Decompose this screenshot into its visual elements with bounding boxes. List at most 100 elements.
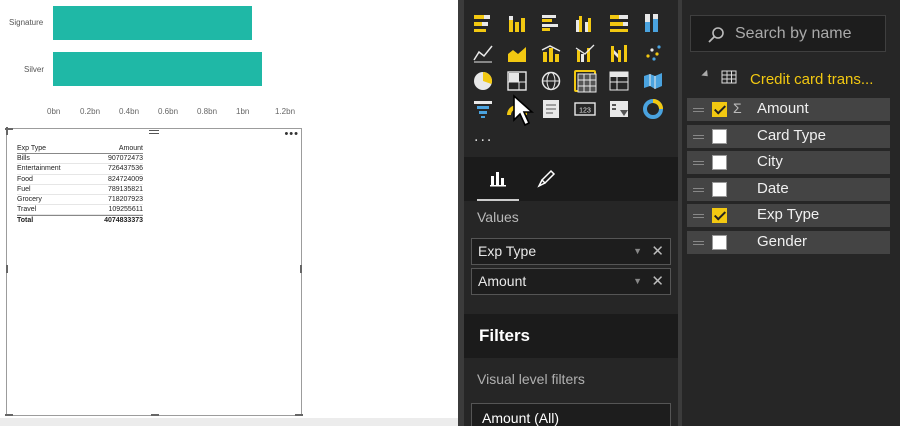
resize-handle[interactable] [295, 414, 303, 416]
donut-chart-icon[interactable] [642, 98, 664, 120]
100-stacked-column-chart-icon[interactable] [642, 12, 664, 34]
field-name: City [757, 153, 783, 170]
fields-pane: Search by name Credit card trans... Σ Amo… [682, 0, 900, 426]
card-icon[interactable]: 123 [574, 98, 596, 120]
clustered-bar-chart-icon[interactable] [540, 12, 562, 34]
expand-triangle-icon[interactable] [701, 69, 711, 80]
resize-handle[interactable] [151, 414, 159, 416]
drag-handle-icon[interactable] [693, 161, 704, 165]
multi-row-card-icon[interactable] [540, 98, 562, 120]
scatter-chart-icon[interactable] [642, 42, 664, 64]
search-input[interactable]: Search by name [690, 15, 886, 52]
tab-fields[interactable] [477, 157, 519, 201]
drag-handle-icon[interactable] [693, 241, 704, 245]
table-visual[interactable]: ••• Exp Type Amount Bills 907072473 Enter… [5, 127, 303, 416]
line-clustered-column-chart-icon[interactable] [574, 42, 596, 64]
drag-handle-icon[interactable] [693, 108, 704, 112]
fields-well-icon [490, 172, 506, 187]
x-axis-tick-label: 0.8bn [197, 107, 218, 116]
field-name: Exp Type [757, 206, 820, 223]
field-checkbox[interactable] [712, 155, 727, 170]
resize-handle[interactable] [6, 265, 8, 273]
cell-exp-type: Grocery [17, 195, 42, 203]
drag-handle-icon[interactable] [693, 135, 704, 139]
column-header[interactable]: Amount [119, 144, 143, 153]
field-item[interactable]: Σ Amount [687, 98, 890, 121]
column-header[interactable]: Exp Type [17, 144, 46, 153]
drag-grip-icon[interactable] [149, 130, 159, 137]
clustered-column-chart-icon[interactable] [574, 12, 596, 34]
map-icon[interactable] [540, 70, 562, 92]
cell-amount: 907072473 [107, 155, 143, 163]
field-item[interactable]: City [687, 151, 890, 174]
bar-silver[interactable] [53, 52, 262, 86]
line-chart-icon[interactable] [472, 42, 494, 64]
stacked-column-chart-icon[interactable] [506, 12, 528, 34]
ribbon-chart-icon[interactable] [608, 42, 630, 64]
cell-exp-type: Food [17, 175, 33, 183]
drag-handle-icon[interactable] [693, 188, 704, 192]
field-checkbox[interactable] [712, 235, 727, 250]
cell-amount: 109255611 [108, 206, 143, 214]
values-well-item[interactable]: Amount ▼ ✕ [471, 268, 671, 295]
cell-exp-type: Travel [17, 206, 37, 214]
tab-format[interactable] [525, 157, 567, 201]
table-row: Grocery 718207923 [17, 195, 143, 206]
remove-field-icon[interactable]: ✕ [651, 269, 664, 294]
line-stacked-column-chart-icon[interactable] [540, 42, 562, 64]
field-item[interactable]: Date [687, 178, 890, 201]
area-chart-icon[interactable] [506, 42, 528, 64]
cell-exp-type: Bills [17, 155, 30, 163]
svg-text:123: 123 [579, 108, 591, 115]
field-name: Card Type [757, 127, 826, 144]
matrix-icon[interactable] [608, 70, 630, 92]
more-options-icon[interactable]: ••• [284, 129, 299, 140]
cell-amount: 726437536 [107, 165, 143, 173]
treemap-icon[interactable] [506, 70, 528, 92]
resize-handle[interactable] [6, 127, 8, 135]
field-checkbox[interactable] [712, 182, 727, 197]
resize-handle[interactable] [300, 265, 302, 273]
filled-map-icon[interactable] [642, 70, 664, 92]
table-row: Entertainment 726437536 [17, 164, 143, 175]
table-header-row: Exp Type Amount [17, 144, 143, 155]
filter-card[interactable]: Amount (All) [471, 403, 671, 426]
100-stacked-bar-chart-icon[interactable] [608, 12, 630, 34]
pie-chart-icon[interactable] [472, 70, 494, 92]
report-canvas[interactable]: Signature Silver 0bn 0.2bn 0.4bn 0.6bn 0.8bn… [0, 0, 458, 426]
cell-exp-type: Entertainment [17, 165, 61, 173]
mouse-cursor-icon [513, 94, 534, 127]
sigma-icon: Σ [733, 100, 742, 116]
remove-field-icon[interactable]: ✕ [651, 239, 664, 264]
total-label: Total [17, 217, 34, 225]
field-name: Amount [757, 100, 809, 117]
cell-amount: 718207923 [107, 195, 143, 203]
field-checkbox[interactable] [712, 208, 727, 223]
chevron-down-icon[interactable]: ▼ [633, 269, 642, 294]
pane-tabs [464, 157, 678, 201]
bar-category-label: Silver [24, 65, 45, 74]
drag-handle-icon[interactable] [693, 214, 704, 218]
values-well-item[interactable]: Exp Type ▼ ✕ [471, 238, 671, 265]
table-icon [721, 70, 737, 84]
chevron-down-icon[interactable]: ▼ [633, 239, 642, 264]
slicer-icon[interactable] [608, 98, 630, 120]
stacked-bar-chart-icon[interactable] [472, 12, 494, 34]
power-bi-report-editor: Signature Silver 0bn 0.2bn 0.4bn 0.6bn 0.8bn… [0, 0, 900, 426]
field-checkbox[interactable] [712, 102, 727, 117]
data-table: Exp Type Amount Bills 907072473 Entertain… [17, 144, 143, 226]
field-checkbox[interactable] [712, 129, 727, 144]
table-name: Credit card trans... [750, 71, 874, 88]
paint-roller-icon [537, 169, 556, 188]
x-axis-tick-label: 0.4bn [119, 107, 140, 116]
table-icon[interactable] [574, 70, 597, 93]
bar-signature[interactable] [53, 6, 252, 40]
more-visuals-icon[interactable]: ... [474, 128, 493, 146]
field-item[interactable]: Card Type [687, 125, 890, 148]
resize-handle[interactable] [5, 414, 13, 416]
funnel-icon[interactable] [472, 98, 494, 120]
filters-title: Filters [479, 326, 531, 345]
table-node[interactable]: Credit card trans... [696, 66, 896, 92]
field-item[interactable]: Exp Type [687, 204, 890, 227]
field-item[interactable]: Gender [687, 231, 890, 254]
